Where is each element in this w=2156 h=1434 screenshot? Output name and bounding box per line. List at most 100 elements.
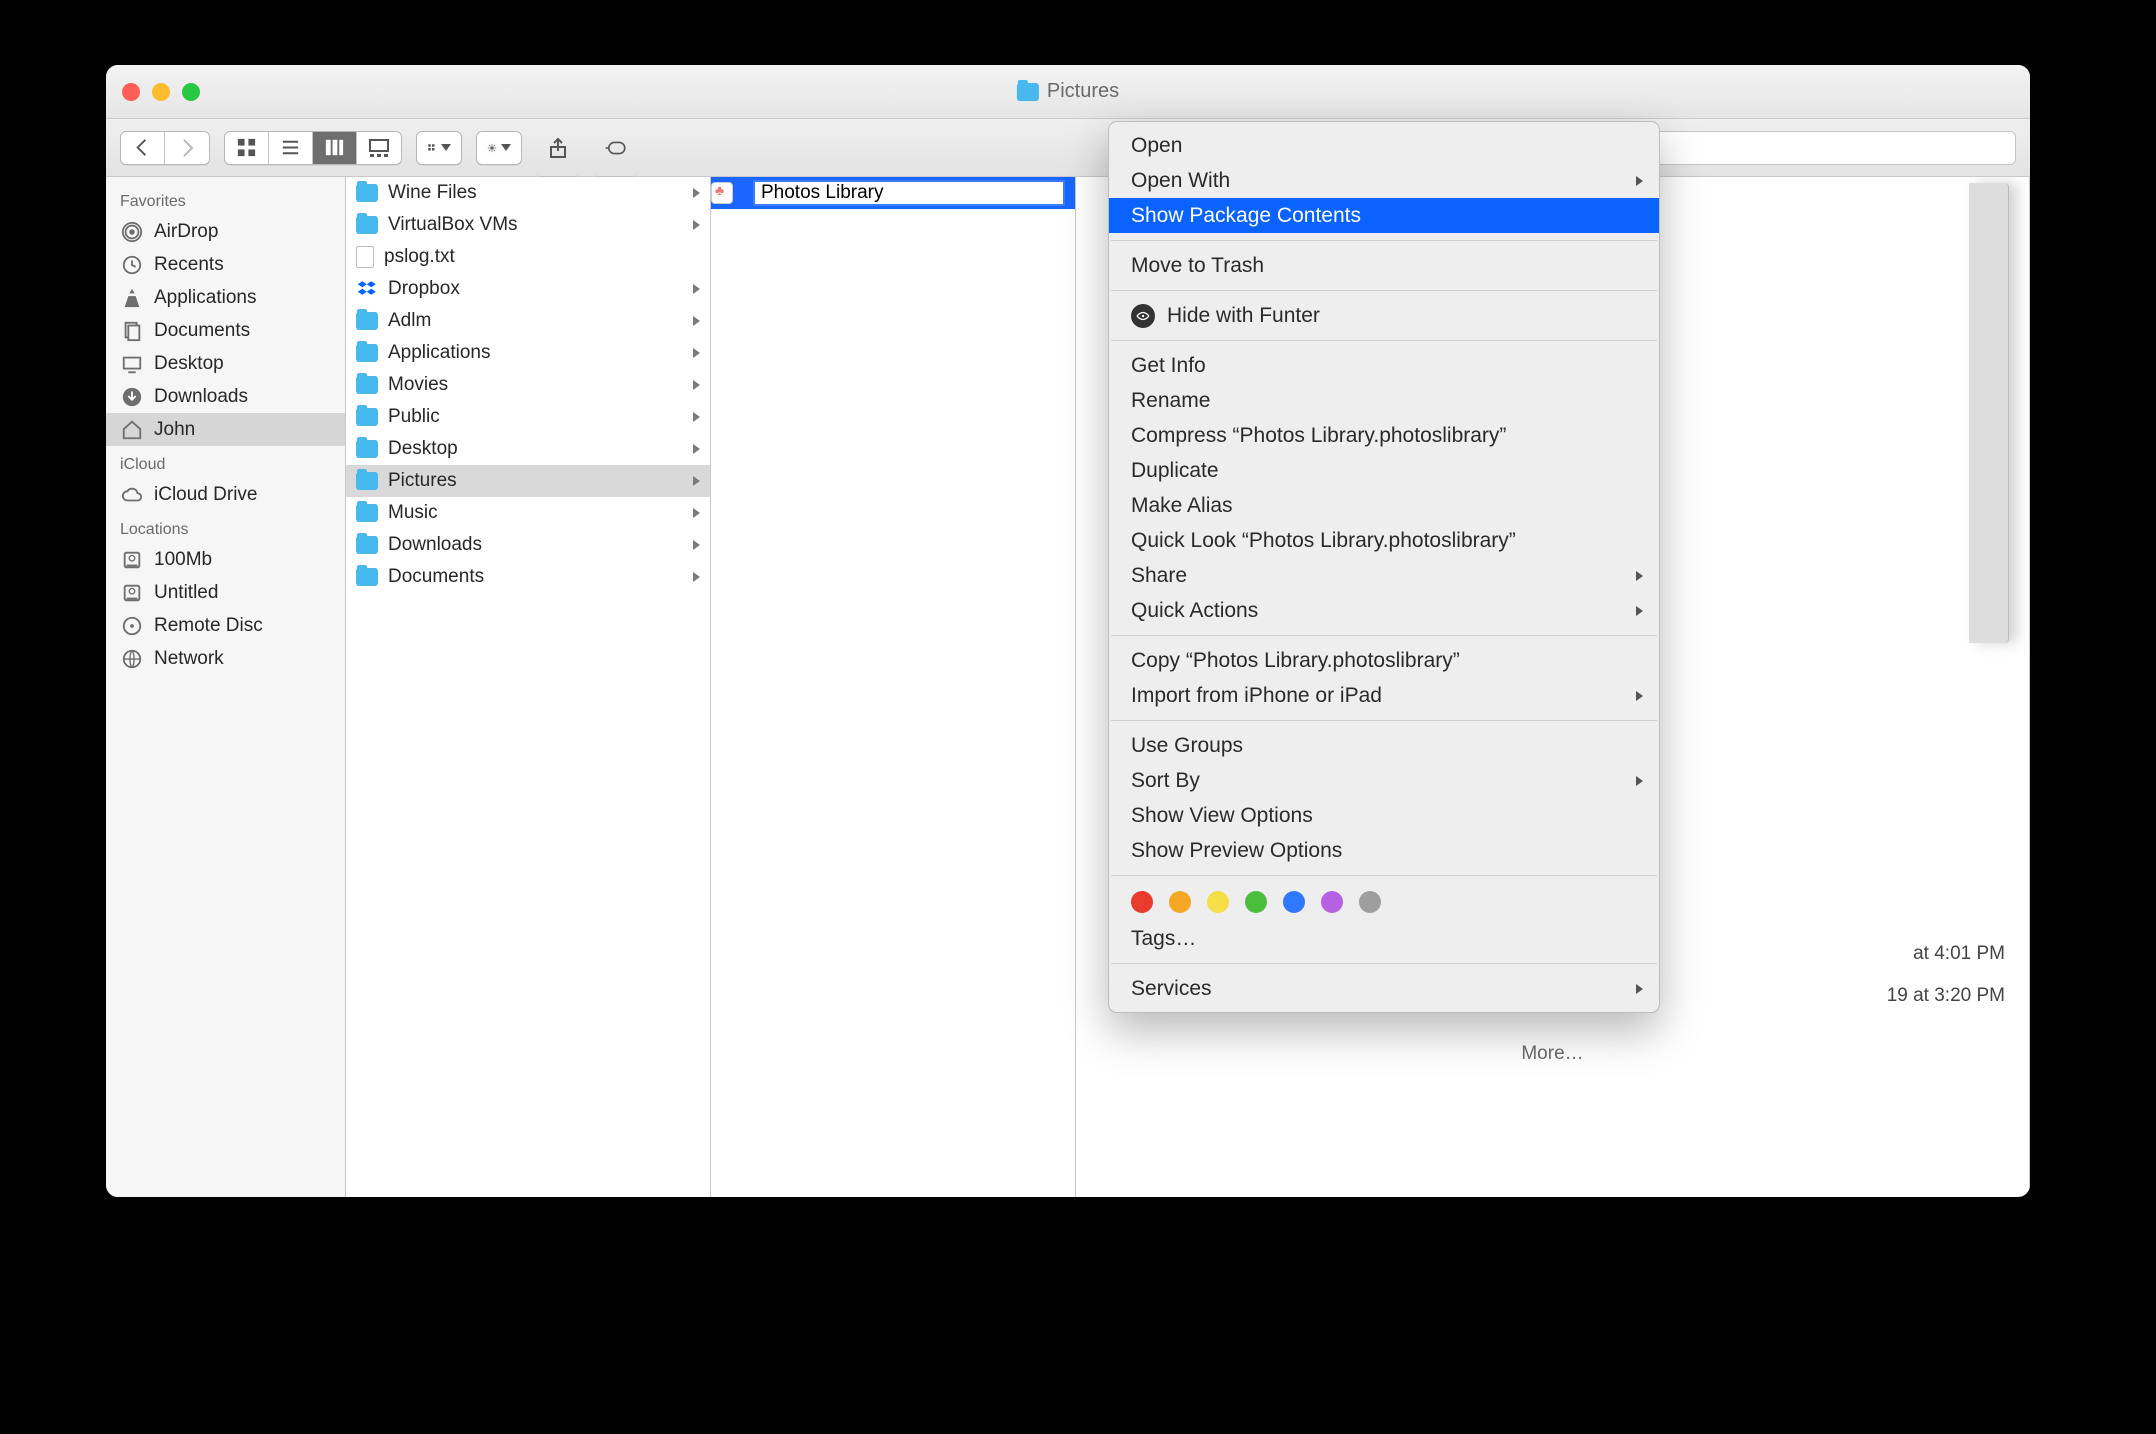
menu-item-make-alias[interactable]: Make Alias [1109,488,1659,523]
menu-item-copy-photos-library-photoslibrary[interactable]: Copy “Photos Library.photoslibrary” [1109,643,1659,678]
column-item[interactable]: Desktop [346,433,710,465]
sidebar-item-desktop[interactable]: Desktop [106,347,345,380]
menu-item-label: Get Info [1131,354,1206,378]
tag-color[interactable] [1359,891,1381,913]
column-item[interactable]: Dropbox [346,273,710,305]
menu-item-label: Rename [1131,389,1210,413]
sidebar-item-downloads[interactable]: Downloads [106,380,345,413]
action-menu[interactable] [476,131,522,165]
menu-item-move-to-trash[interactable]: Move to Trash [1109,248,1659,283]
column-item[interactable]: Public [346,401,710,433]
column-item[interactable]: Applications [346,337,710,369]
sidebar-item-untitled[interactable]: Untitled [106,576,345,609]
tag-color[interactable] [1283,891,1305,913]
menu-item-services[interactable]: Services [1109,971,1659,1006]
tag-color[interactable] [1207,891,1229,913]
tag-color[interactable] [1245,891,1267,913]
column-item-label: Applications [388,342,490,364]
column-item-label: VirtualBox VMs [388,214,518,236]
menu-item-compress-photos-library-photoslibrary[interactable]: Compress “Photos Library.photoslibrary” [1109,418,1659,453]
column-item[interactable]: Documents [346,561,710,593]
eye-icon [1131,304,1155,328]
menu-item-label: Move to Trash [1131,254,1264,278]
menu-item-use-groups[interactable]: Use Groups [1109,728,1659,763]
back-button[interactable] [121,132,165,164]
menu-item-open[interactable]: Open [1109,128,1659,163]
sidebar-item-recents[interactable]: Recents [106,248,345,281]
sidebar-item-remote-disc[interactable]: Remote Disc [106,609,345,642]
column-item[interactable]: Music [346,497,710,529]
share-button[interactable] [536,119,580,176]
menu-item-open-with[interactable]: Open With [1109,163,1659,198]
sidebar-item-documents[interactable]: Documents [106,314,345,347]
column-item[interactable]: Movies [346,369,710,401]
fullscreen-button[interactable] [182,83,200,101]
rename-field[interactable]: Photos Library [753,180,1065,206]
column-item[interactable]: Wine Files [346,177,710,209]
menu-separator [1111,635,1657,636]
menu-item-share[interactable]: Share [1109,558,1659,593]
column-item[interactable]: VirtualBox VMs [346,209,710,241]
sidebar-item-100mb[interactable]: 100Mb [106,543,345,576]
preview-more[interactable]: More… [1076,1033,2029,1075]
menu-item-rename[interactable]: Rename [1109,383,1659,418]
folder-icon [356,376,378,394]
close-button[interactable] [122,83,140,101]
window-title-text: Pictures [1047,80,1119,103]
menu-item-label: Copy “Photos Library.photoslibrary” [1131,649,1460,673]
minimize-button[interactable] [152,83,170,101]
sidebar-item-icloud-drive[interactable]: iCloud Drive [106,478,345,511]
sidebar-item-label: Downloads [154,386,248,408]
menu-separator [1111,875,1657,876]
column-item[interactable]: pslog.txt [346,241,710,273]
menu-item-show-preview-options[interactable]: Show Preview Options [1109,833,1659,868]
list-view-button[interactable] [269,132,313,164]
folder-icon [356,344,378,362]
folder-icon [1017,83,1039,101]
photos-library-icon [711,182,733,204]
sidebar-item-john[interactable]: John [106,413,345,446]
sidebar-item-label: iCloud Drive [154,484,257,506]
menu-separator [1111,720,1657,721]
menu-item-sort-by[interactable]: Sort By [1109,763,1659,798]
icon-view-button[interactable] [225,132,269,164]
menu-item-show-view-options[interactable]: Show View Options [1109,798,1659,833]
menu-item-hide-with-funter[interactable]: Hide with Funter [1109,298,1659,333]
column-item-label: Wine Files [388,182,477,204]
gallery-view-button[interactable] [357,132,401,164]
action-button[interactable] [477,132,521,164]
tag-color[interactable] [1321,891,1343,913]
sidebar-item-network[interactable]: Network [106,642,345,675]
arrange-menu[interactable] [416,131,462,165]
column-item[interactable]: Pictures [346,465,710,497]
menu-item-label: Import from iPhone or iPad [1131,684,1382,708]
folder-icon [356,312,378,330]
globe-icon [120,647,144,671]
sidebar-item-applications[interactable]: Applications [106,281,345,314]
recents-icon [120,253,144,277]
column-item-label: Adlm [388,310,431,332]
sidebar-item-airdrop[interactable]: AirDrop [106,215,345,248]
column-item[interactable]: Adlm [346,305,710,337]
menu-item-quick-actions[interactable]: Quick Actions [1109,593,1659,628]
sidebar-item-label: AirDrop [154,221,218,243]
menu-item-import-from-iphone-or-ipad[interactable]: Import from iPhone or iPad [1109,678,1659,713]
column-item-selected[interactable]: Photos Library [711,177,1075,209]
sidebar-item-label: 100Mb [154,549,212,571]
arrange-button[interactable] [417,132,461,164]
menu-item-duplicate[interactable]: Duplicate [1109,453,1659,488]
folder-icon [356,536,378,554]
column-1: Wine Files VirtualBox VMs pslog.txtDropbox… [346,177,711,1197]
menu-item-tags[interactable]: Tags… [1109,921,1659,956]
tag-color[interactable] [1131,891,1153,913]
menu-item-show-package-contents[interactable]: Show Package Contents [1109,198,1659,233]
menu-item-get-info[interactable]: Get Info [1109,348,1659,383]
sidebar: FavoritesAirDropRecentsApplicationsDocum… [106,177,346,1197]
menu-item-quick-look-photos-library-photoslibrary[interactable]: Quick Look “Photos Library.photoslibrary… [1109,523,1659,558]
forward-button[interactable] [165,132,209,164]
column-view-button[interactable] [313,132,357,164]
column-item[interactable]: Downloads [346,529,710,561]
tag-color[interactable] [1169,891,1191,913]
tags-button[interactable] [594,119,638,176]
menu-item-label: Share [1131,564,1187,588]
